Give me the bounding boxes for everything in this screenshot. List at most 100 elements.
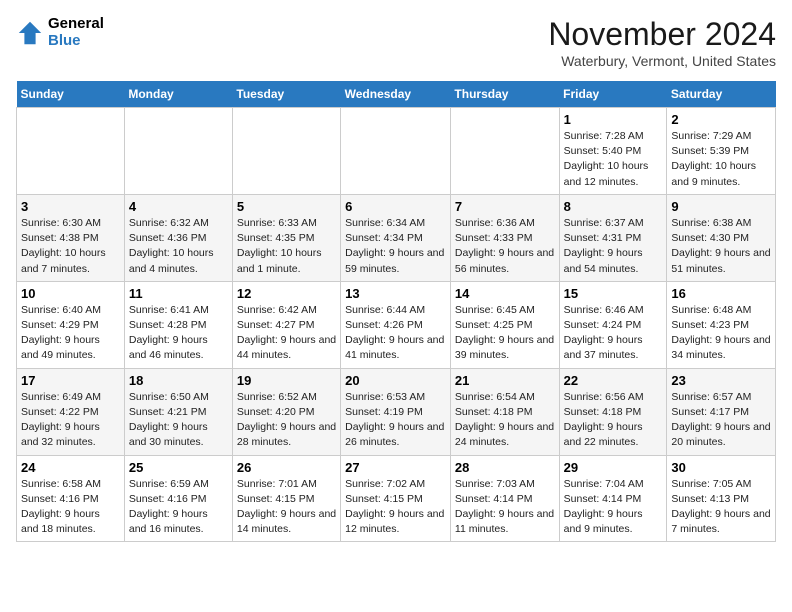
weekday-header: Wednesday — [341, 81, 451, 108]
calendar-cell — [341, 108, 451, 195]
day-info: Sunrise: 6:40 AM Sunset: 4:29 PM Dayligh… — [21, 303, 120, 364]
day-info: Sunrise: 7:02 AM Sunset: 4:15 PM Dayligh… — [345, 477, 446, 538]
day-number: 3 — [21, 199, 120, 214]
day-info: Sunrise: 6:41 AM Sunset: 4:28 PM Dayligh… — [129, 303, 228, 364]
day-info: Sunrise: 6:52 AM Sunset: 4:20 PM Dayligh… — [237, 390, 336, 451]
calendar-week-row: 3Sunrise: 6:30 AM Sunset: 4:38 PM Daylig… — [17, 194, 776, 281]
calendar-cell: 12 Sunrise: 6:42 AM Sunset: 4:27 PM Dayli… — [232, 281, 340, 368]
day-info: Sunrise: 6:49 AM Sunset: 4:22 PM Dayligh… — [21, 390, 120, 451]
calendar-week-row: 10Sunrise: 6:40 AM Sunset: 4:29 PM Dayli… — [17, 281, 776, 368]
calendar-cell — [450, 108, 559, 195]
day-info: Sunrise: 7:29 AM Sunset: 5:39 PM Dayligh… — [671, 129, 771, 190]
day-number: 9 — [671, 199, 771, 214]
logo-text: General Blue — [48, 16, 104, 49]
day-number: 8 — [564, 199, 663, 214]
day-number: 12 — [237, 286, 336, 301]
day-number: 16 — [671, 286, 771, 301]
calendar-cell: 11 Sunrise: 6:41 AM Sunset: 4:28 PM Dayli… — [124, 281, 232, 368]
day-number: 5 — [237, 199, 336, 214]
day-info: Sunrise: 6:48 AM Sunset: 4:23 PM Dayligh… — [671, 303, 771, 364]
month-title: November 2024 — [548, 16, 776, 53]
logo-icon — [16, 19, 44, 47]
day-number: 30 — [671, 460, 771, 475]
calendar-week-row: 24 Sunrise: 6:58 AM Sunset: 4:16 PM Dayli… — [17, 455, 776, 542]
calendar-cell: 27 Sunrise: 7:02 AM Sunset: 4:15 PM Dayli… — [341, 455, 451, 542]
day-number: 4 — [129, 199, 228, 214]
weekday-header: Sunday — [17, 81, 125, 108]
day-number: 23 — [671, 373, 771, 388]
calendar-cell: 17 Sunrise: 6:49 AM Sunset: 4:22 PM Dayli… — [17, 368, 125, 455]
day-info: Sunrise: 6:46 AM Sunset: 4:24 PM Dayligh… — [564, 303, 663, 364]
day-info: Sunrise: 6:53 AM Sunset: 4:19 PM Dayligh… — [345, 390, 446, 451]
weekday-header: Monday — [124, 81, 232, 108]
day-info: Sunrise: 6:32 AM Sunset: 4:36 PM Dayligh… — [129, 216, 228, 277]
day-info: Sunrise: 7:01 AM Sunset: 4:15 PM Dayligh… — [237, 477, 336, 538]
calendar-cell: 30 Sunrise: 7:05 AM Sunset: 4:13 PM Dayli… — [667, 455, 776, 542]
calendar-cell — [17, 108, 125, 195]
calendar-cell: 24 Sunrise: 6:58 AM Sunset: 4:16 PM Dayli… — [17, 455, 125, 542]
calendar-cell: 1Sunrise: 7:28 AM Sunset: 5:40 PM Daylig… — [559, 108, 667, 195]
calendar-table: SundayMondayTuesdayWednesdayThursdayFrid… — [16, 81, 776, 542]
weekday-header: Tuesday — [232, 81, 340, 108]
day-number: 21 — [455, 373, 555, 388]
weekday-header: Friday — [559, 81, 667, 108]
calendar-cell: 4 Sunrise: 6:32 AM Sunset: 4:36 PM Daylig… — [124, 194, 232, 281]
calendar-cell: 25Sunrise: 6:59 AM Sunset: 4:16 PM Dayli… — [124, 455, 232, 542]
day-info: Sunrise: 6:58 AM Sunset: 4:16 PM Dayligh… — [21, 477, 120, 538]
calendar-cell: 19 Sunrise: 6:52 AM Sunset: 4:20 PM Dayli… — [232, 368, 340, 455]
day-info: Sunrise: 6:45 AM Sunset: 4:25 PM Dayligh… — [455, 303, 555, 364]
day-info: Sunrise: 6:34 AM Sunset: 4:34 PM Dayligh… — [345, 216, 446, 277]
weekday-header: Thursday — [450, 81, 559, 108]
day-number: 25 — [129, 460, 228, 475]
day-number: 14 — [455, 286, 555, 301]
day-number: 24 — [21, 460, 120, 475]
day-info: Sunrise: 6:38 AM Sunset: 4:30 PM Dayligh… — [671, 216, 771, 277]
calendar-cell: 3Sunrise: 6:30 AM Sunset: 4:38 PM Daylig… — [17, 194, 125, 281]
day-number: 2 — [671, 112, 771, 127]
day-number: 1 — [564, 112, 663, 127]
day-number: 26 — [237, 460, 336, 475]
day-number: 28 — [455, 460, 555, 475]
calendar-cell — [124, 108, 232, 195]
page-header: General Blue November 2024 Waterbury, Ve… — [16, 16, 776, 69]
day-info: Sunrise: 7:05 AM Sunset: 4:13 PM Dayligh… — [671, 477, 771, 538]
day-info: Sunrise: 6:44 AM Sunset: 4:26 PM Dayligh… — [345, 303, 446, 364]
calendar-cell: 22 Sunrise: 6:56 AM Sunset: 4:18 PM Dayli… — [559, 368, 667, 455]
day-number: 11 — [129, 286, 228, 301]
weekday-header-row: SundayMondayTuesdayWednesdayThursdayFrid… — [17, 81, 776, 108]
day-number: 15 — [564, 286, 663, 301]
calendar-cell — [232, 108, 340, 195]
calendar-cell: 18 Sunrise: 6:50 AM Sunset: 4:21 PM Dayli… — [124, 368, 232, 455]
day-number: 22 — [564, 373, 663, 388]
calendar-cell: 13 Sunrise: 6:44 AM Sunset: 4:26 PM Dayli… — [341, 281, 451, 368]
calendar-week-row: 1Sunrise: 7:28 AM Sunset: 5:40 PM Daylig… — [17, 108, 776, 195]
day-info: Sunrise: 6:54 AM Sunset: 4:18 PM Dayligh… — [455, 390, 555, 451]
day-number: 7 — [455, 199, 555, 214]
day-info: Sunrise: 6:50 AM Sunset: 4:21 PM Dayligh… — [129, 390, 228, 451]
day-number: 29 — [564, 460, 663, 475]
day-number: 19 — [237, 373, 336, 388]
calendar-cell: 2 Sunrise: 7:29 AM Sunset: 5:39 PM Daylig… — [667, 108, 776, 195]
location-text: Waterbury, Vermont, United States — [548, 53, 776, 69]
day-info: Sunrise: 7:04 AM Sunset: 4:14 PM Dayligh… — [564, 477, 663, 538]
calendar-cell: 21 Sunrise: 6:54 AM Sunset: 4:18 PM Dayli… — [450, 368, 559, 455]
day-info: Sunrise: 6:42 AM Sunset: 4:27 PM Dayligh… — [237, 303, 336, 364]
calendar-cell: 23Sunrise: 6:57 AM Sunset: 4:17 PM Dayli… — [667, 368, 776, 455]
day-number: 20 — [345, 373, 446, 388]
day-number: 18 — [129, 373, 228, 388]
day-info: Sunrise: 6:56 AM Sunset: 4:18 PM Dayligh… — [564, 390, 663, 451]
calendar-cell: 9 Sunrise: 6:38 AM Sunset: 4:30 PM Daylig… — [667, 194, 776, 281]
day-number: 27 — [345, 460, 446, 475]
calendar-cell: 26 Sunrise: 7:01 AM Sunset: 4:15 PM Dayli… — [232, 455, 340, 542]
day-info: Sunrise: 6:37 AM Sunset: 4:31 PM Dayligh… — [564, 216, 663, 277]
calendar-cell: 5Sunrise: 6:33 AM Sunset: 4:35 PM Daylig… — [232, 194, 340, 281]
day-number: 6 — [345, 199, 446, 214]
day-number: 17 — [21, 373, 120, 388]
calendar-cell: 10Sunrise: 6:40 AM Sunset: 4:29 PM Dayli… — [17, 281, 125, 368]
calendar-cell: 16 Sunrise: 6:48 AM Sunset: 4:23 PM Dayli… — [667, 281, 776, 368]
day-info: Sunrise: 7:03 AM Sunset: 4:14 PM Dayligh… — [455, 477, 555, 538]
calendar-cell: 14 Sunrise: 6:45 AM Sunset: 4:25 PM Dayli… — [450, 281, 559, 368]
logo: General Blue — [16, 16, 104, 49]
day-number: 13 — [345, 286, 446, 301]
calendar-cell: 15 Sunrise: 6:46 AM Sunset: 4:24 PM Dayli… — [559, 281, 667, 368]
